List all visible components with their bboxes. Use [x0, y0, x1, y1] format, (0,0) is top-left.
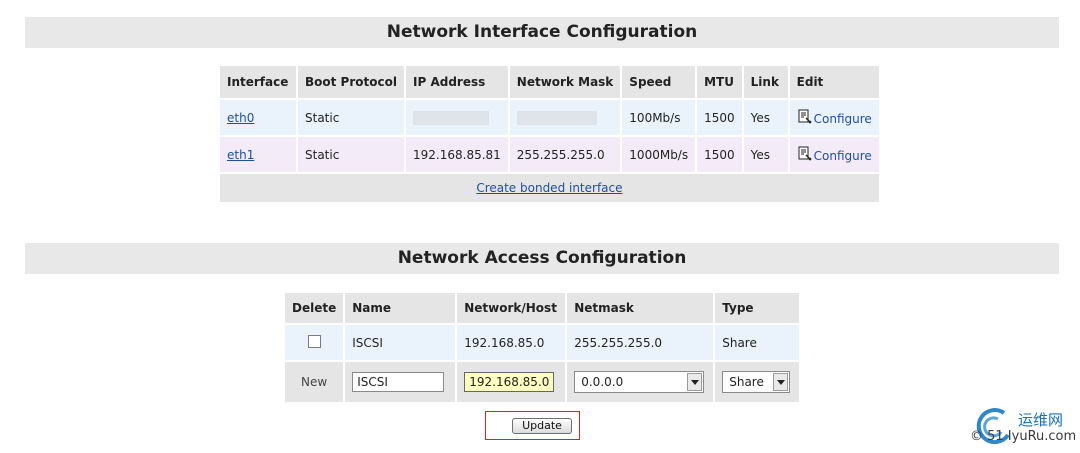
configure-button-eth0[interactable]: Configure [797, 109, 872, 126]
col-boot-protocol: Boot Protocol [298, 66, 404, 98]
interface-link-eth0[interactable]: eth0 [227, 111, 254, 125]
col-edit: Edit [789, 66, 879, 98]
edit-cell: Configure [789, 137, 879, 172]
link-cell: Yes [743, 100, 788, 135]
table-row: eth1 Static 192.168.85.81 255.255.255.0 … [220, 137, 879, 172]
type-select[interactable]: Share [722, 371, 791, 393]
network-host-cell: 192.168.85.0 [457, 325, 566, 360]
new-type-cell: Share [715, 362, 800, 402]
interface-cell: eth0 [220, 100, 296, 135]
chevron-down-icon [773, 373, 789, 391]
chevron-down-icon [687, 373, 703, 391]
ip-address-cell [406, 100, 508, 135]
col-network-host: Network/Host [457, 293, 566, 323]
netmask-cell: 255.255.255.0 [567, 325, 714, 360]
new-netmask-cell: 0.0.0.0 [567, 362, 714, 402]
interface-table: Interface Boot Protocol IP Address Netwo… [218, 64, 881, 204]
watermark: 运维网 © 51 IyuRu.com [970, 405, 1078, 451]
netmask-select[interactable]: 0.0.0.0 [574, 371, 705, 393]
new-label: New [285, 362, 344, 402]
edit-cell: Configure [789, 100, 879, 135]
configure-label: Configure [813, 112, 872, 126]
delete-checkbox[interactable] [307, 334, 321, 348]
access-table: Delete Name Network/Host Netmask Type IS… [283, 291, 802, 404]
table-row: ISCSI 192.168.85.0 255.255.255.0 Share [285, 325, 800, 360]
new-entry-row: New 0.0.0.0 Share [285, 362, 800, 402]
col-speed: Speed [622, 66, 696, 98]
netmask-selected-value: 0.0.0.0 [581, 375, 624, 389]
col-network-mask: Network Mask [509, 66, 621, 98]
col-ip-address: IP Address [406, 66, 508, 98]
mtu-cell: 1500 [697, 137, 742, 172]
speed-cell: 1000Mb/s [622, 137, 696, 172]
boot-protocol-cell: Static [298, 100, 404, 135]
col-interface: Interface [220, 66, 296, 98]
type-selected-value: Share [729, 375, 764, 389]
col-netmask: Netmask [567, 293, 714, 323]
bonded-row: Create bonded interface [220, 174, 879, 202]
network-mask-cell [509, 100, 621, 135]
col-link: Link [743, 66, 788, 98]
new-network-host-input[interactable] [464, 372, 555, 392]
create-bonded-interface-link[interactable]: Create bonded interface [476, 181, 622, 195]
ip-address-cell: 192.168.85.81 [406, 137, 508, 172]
col-delete: Delete [285, 293, 344, 323]
redacted-mask [516, 110, 597, 125]
delete-cell [285, 325, 344, 360]
redacted-ip [413, 110, 489, 125]
configure-button-eth1[interactable]: Configure [797, 146, 872, 163]
access-header-row: Delete Name Network/Host Netmask Type [285, 293, 800, 323]
new-name-cell [345, 362, 456, 402]
col-mtu: MTU [697, 66, 742, 98]
col-name: Name [345, 293, 456, 323]
configure-icon [798, 146, 812, 161]
table-row: eth0 Static 100Mb/s 1500 Yes Configure [220, 100, 879, 135]
link-cell: Yes [743, 137, 788, 172]
interface-cell: eth1 [220, 137, 296, 172]
configure-icon [798, 109, 812, 124]
interface-header-row: Interface Boot Protocol IP Address Netwo… [220, 66, 879, 98]
watermark-subtitle: © 51 IyuRu.com [970, 429, 1077, 444]
network-access-title: Network Access Configuration [25, 243, 1059, 274]
name-cell: ISCSI [345, 325, 456, 360]
network-interface-title: Network Interface Configuration [25, 17, 1059, 48]
bonded-cell: Create bonded interface [220, 174, 879, 202]
speed-cell: 100Mb/s [622, 100, 696, 135]
mtu-cell: 1500 [697, 100, 742, 135]
type-cell: Share [715, 325, 800, 360]
configure-label: Configure [813, 149, 872, 163]
new-name-input[interactable] [352, 372, 445, 392]
update-button[interactable]: Update [512, 418, 572, 434]
network-mask-cell: 255.255.255.0 [509, 137, 621, 172]
col-type: Type [715, 293, 800, 323]
boot-protocol-cell: Static [298, 137, 404, 172]
new-network-host-cell [457, 362, 566, 402]
watermark-title: 运维网 [1018, 411, 1064, 429]
interface-link-eth1[interactable]: eth1 [227, 148, 254, 162]
